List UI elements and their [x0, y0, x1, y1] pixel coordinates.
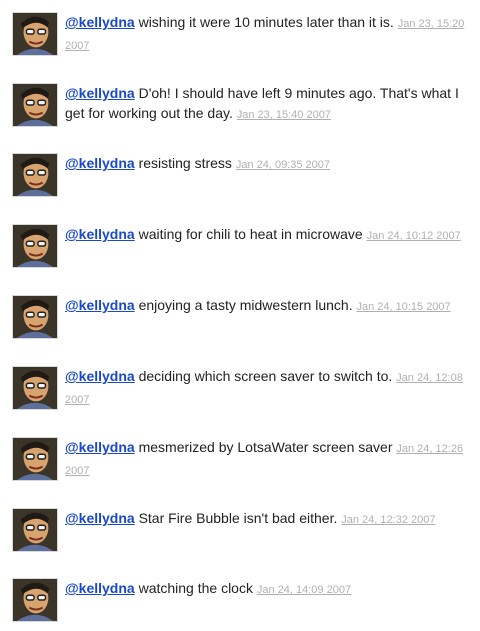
tweet-timestamp-link[interactable]: Jan 24, 10:12 2007 — [367, 230, 461, 242]
tweet-username-link[interactable]: @kellydna — [65, 226, 135, 242]
tweet-message: resisting stress — [138, 155, 232, 171]
tweet-username-link[interactable]: @kellydna — [65, 155, 135, 171]
tweet-item: @kellydna D'oh! I should have left 9 min… — [12, 83, 468, 129]
tweet-item: @kellydna resisting stress Jan 24, 09:35… — [12, 153, 468, 199]
tweet-username-link[interactable]: @kellydna — [65, 85, 135, 101]
avatar[interactable] — [12, 437, 58, 481]
tweet-timestamp-link[interactable]: Jan 23, 15:40 2007 — [237, 109, 331, 121]
tweet-username-link[interactable]: @kellydna — [65, 14, 135, 30]
tweet-text: @kellydna wishing it were 10 minutes lat… — [65, 12, 465, 56]
tweet-item: @kellydna waiting for chili to heat in m… — [12, 224, 468, 270]
avatar-photo-icon — [13, 84, 57, 126]
tweet-item: @kellydna wishing it were 10 minutes lat… — [12, 12, 468, 58]
tweet-username-link[interactable]: @kellydna — [65, 297, 135, 313]
tweet-text: @kellydna waiting for chili to heat in m… — [65, 224, 465, 246]
tweet-timestamp-link[interactable]: Jan 24, 10:15 2007 — [356, 301, 450, 313]
avatar[interactable] — [12, 366, 58, 410]
tweet-username-link[interactable]: @kellydna — [65, 580, 135, 596]
tweet-message: watching the clock — [138, 580, 253, 596]
tweet-item: @kellydna watching the clock Jan 24, 14:… — [12, 578, 468, 624]
avatar[interactable] — [12, 224, 58, 268]
tweet-text: @kellydna mesmerized by LotsaWater scree… — [65, 437, 465, 481]
tweet-username-link[interactable]: @kellydna — [65, 439, 135, 455]
tweet-text: @kellydna D'oh! I should have left 9 min… — [65, 83, 465, 125]
tweet-timestamp-link[interactable]: Jan 24, 09:35 2007 — [236, 159, 330, 171]
tweet-feed: @kellydna wishing it were 10 minutes lat… — [0, 0, 480, 631]
avatar[interactable] — [12, 508, 58, 552]
avatar[interactable] — [12, 83, 58, 127]
tweet-username-link[interactable]: @kellydna — [65, 510, 135, 526]
tweet-message: wishing it were 10 minutes later than it… — [138, 14, 394, 30]
tweet-timestamp-link[interactable]: Jan 24, 12:32 2007 — [341, 514, 435, 526]
avatar[interactable] — [12, 12, 58, 56]
tweet-item: @kellydna enjoying a tasty midwestern lu… — [12, 295, 468, 341]
avatar-photo-icon — [13, 296, 57, 338]
avatar-photo-icon — [13, 225, 57, 267]
tweet-item: @kellydna Star Fire Bubble isn't bad eit… — [12, 508, 468, 554]
avatar-photo-icon — [13, 509, 57, 551]
avatar-photo-icon — [13, 13, 57, 55]
tweet-item: @kellydna mesmerized by LotsaWater scree… — [12, 437, 468, 483]
tweet-message: Star Fire Bubble isn't bad either. — [138, 510, 338, 526]
avatar[interactable] — [12, 578, 58, 622]
tweet-message: mesmerized by LotsaWater screen saver — [138, 439, 393, 455]
tweet-message: enjoying a tasty midwestern lunch. — [138, 297, 353, 313]
tweet-item: @kellydna deciding which screen saver to… — [12, 366, 468, 412]
tweet-message: waiting for chili to heat in microwave — [138, 226, 363, 242]
avatar-photo-icon — [13, 154, 57, 196]
avatar[interactable] — [12, 295, 58, 339]
tweet-text: @kellydna deciding which screen saver to… — [65, 366, 465, 410]
avatar[interactable] — [12, 153, 58, 197]
tweet-text: @kellydna Star Fire Bubble isn't bad eit… — [65, 508, 465, 530]
tweet-text: @kellydna watching the clock Jan 24, 14:… — [65, 578, 465, 600]
avatar-photo-icon — [13, 579, 57, 621]
avatar-photo-icon — [13, 367, 57, 409]
tweet-timestamp-link[interactable]: Jan 24, 14:09 2007 — [257, 584, 351, 596]
tweet-username-link[interactable]: @kellydna — [65, 368, 135, 384]
tweet-text: @kellydna enjoying a tasty midwestern lu… — [65, 295, 465, 317]
tweet-text: @kellydna resisting stress Jan 24, 09:35… — [65, 153, 465, 175]
avatar-photo-icon — [13, 438, 57, 480]
tweet-message: deciding which screen saver to switch to… — [138, 368, 393, 384]
